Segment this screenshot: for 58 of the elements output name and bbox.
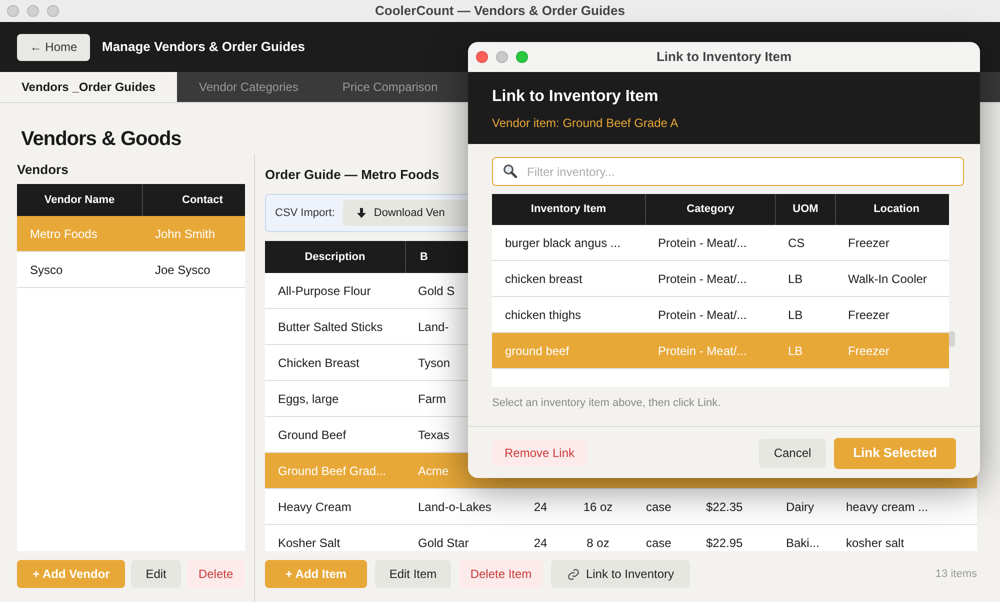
- dialog-subtitle: Vendor item: Ground Beef Grade A: [492, 114, 680, 132]
- table-cell-text: Sysco: [30, 262, 63, 278]
- dialog-window-title: Link to Inventory Item: [656, 48, 792, 66]
- table-cell-text: 16 oz: [583, 498, 613, 516]
- table-cell-text: Land-o-Lakes: [418, 498, 492, 516]
- table-cell-text: case: [646, 534, 672, 551]
- table-cell-text: Ground Beef: [278, 426, 346, 444]
- table-cell-text: Metro Foods: [30, 226, 98, 242]
- table-cell-text: Butter Salted Sticks: [278, 318, 383, 336]
- table-cell-text: 24: [534, 534, 548, 551]
- table-cell-text: Chicken Breast: [278, 354, 360, 372]
- table-cell-text: case: [646, 498, 672, 516]
- dialog-title: Link to Inventory Item: [492, 86, 660, 106]
- table-cell-text: Protein - Meat/...: [658, 270, 747, 288]
- table-cell-text: Ground Beef Grad...: [278, 462, 386, 480]
- page-title: Vendors & Goods: [21, 128, 182, 150]
- table-cell-text: Protein - Meat/...: [658, 306, 747, 324]
- table-cell-text: Protein - Meat/...: [658, 342, 747, 360]
- table-cell-text: kosher salt: [846, 534, 904, 551]
- table-cell-text: LB: [788, 270, 803, 288]
- table-cell-text: chicken breast: [505, 270, 582, 288]
- table-cell-text: heavy cream ...: [846, 498, 928, 516]
- table-cell-text: LB: [788, 342, 803, 360]
- table-cell-text: CS: [788, 234, 805, 252]
- table-cell-text: $22.95: [706, 534, 743, 551]
- window-title: CoolerCount — Vendors & Order Guides: [375, 2, 625, 20]
- item-count: 13 items: [935, 566, 977, 582]
- table-cell-text: Kosher Salt: [278, 534, 340, 551]
- table-cell-text: Freezer: [848, 234, 890, 252]
- table-cell-text: 24: [534, 498, 548, 516]
- table-cell-text: Baki...: [786, 534, 820, 551]
- table-cell-text: Gold S: [418, 282, 455, 300]
- hint-text: Select an inventory item above, then click Link.: [492, 396, 722, 411]
- csv-import-label: CSV Import:: [275, 206, 335, 221]
- table-cell-text: Land-: [418, 318, 449, 336]
- table-cell-text: Farm: [418, 390, 446, 408]
- section-heading: Order Guide — Metro Foods: [265, 166, 440, 181]
- table-cell-text: LB: [788, 306, 803, 324]
- table-cell-text: Dairy: [786, 498, 814, 516]
- table-cell-text: Texas: [418, 426, 450, 444]
- table-cell-text: Eggs, large: [278, 390, 339, 408]
- table-cell-text: Acme: [418, 462, 449, 480]
- table-cell-text: Protein - Meat/...: [658, 234, 747, 252]
- section-heading: Vendors: [17, 161, 70, 179]
- table-cell-text: Freezer: [848, 342, 890, 360]
- table-cell-text: $22.35: [706, 498, 743, 516]
- table-cell-text: Joe Sysco: [155, 262, 210, 278]
- table-cell-text: Tyson: [418, 354, 450, 372]
- table-cell-text: All-Purpose Flour: [278, 282, 371, 300]
- table-cell-text: chicken thighs: [505, 306, 582, 324]
- table-cell-text: Heavy Cream: [278, 498, 352, 516]
- table-cell-text: Gold Star: [418, 534, 469, 551]
- table-cell-text: 8 oz: [586, 534, 610, 551]
- table-cell-text: Walk-In Cooler: [848, 270, 927, 288]
- table-cell-text: ground beef: [505, 342, 570, 360]
- table-cell-text: Freezer: [848, 306, 890, 324]
- table-cell-text: John Smith: [155, 226, 216, 242]
- page-header-title: Manage Vendors & Order Guides: [102, 38, 305, 56]
